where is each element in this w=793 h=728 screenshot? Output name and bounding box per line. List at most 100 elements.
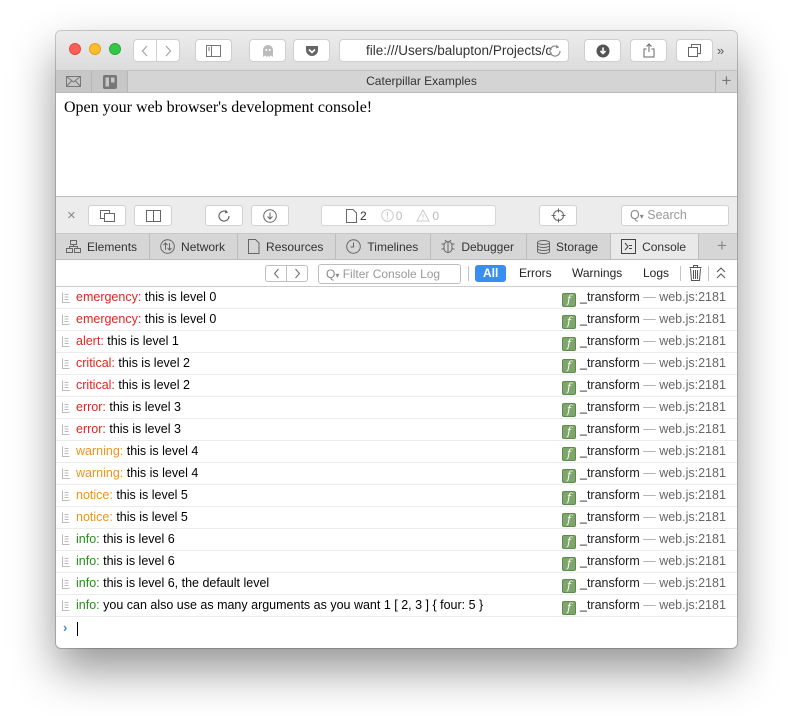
console-log-entry[interactable]: notice: this is level 5 f _transform — web… (56, 485, 737, 507)
tab-resources[interactable]: Resources (238, 234, 337, 259)
downloads-button[interactable] (584, 39, 621, 62)
tab-debugger[interactable]: Debugger (431, 234, 528, 259)
filter-console-input[interactable]: Q▾ Filter Console Log (318, 264, 461, 284)
tab-console[interactable]: Console (611, 234, 700, 259)
log-source[interactable]: f _transform — web.js:2181 (562, 397, 726, 418)
tab-network[interactable]: Network (150, 234, 239, 259)
console-log-entry[interactable]: info: this is level 6, the default level… (56, 573, 737, 595)
tab-timelines[interactable]: Timelines (336, 234, 432, 259)
tab-elements[interactable]: Elements (56, 234, 151, 259)
search-icon: Q▾ (326, 267, 340, 281)
source-file-link[interactable]: web.js:2181 (659, 422, 726, 436)
source-separator: — (639, 444, 660, 458)
console-log-entry[interactable]: info: this is level 6 f _transform — web.j… (56, 551, 737, 573)
console-log-entry[interactable]: error: this is level 3 f _transform — web.… (56, 419, 737, 441)
close-window-button[interactable] (69, 43, 81, 55)
share-button[interactable] (630, 39, 667, 62)
console-prompt[interactable]: › (56, 617, 737, 641)
log-source[interactable]: f _transform — web.js:2181 (562, 309, 726, 330)
collapse-console-button[interactable] (716, 267, 726, 282)
source-file-link[interactable]: web.js:2181 (659, 290, 726, 304)
source-separator: — (639, 598, 660, 612)
log-message: info: this is level 6, the default level (76, 573, 269, 594)
source-file-link[interactable]: web.js:2181 (659, 356, 726, 370)
filter-warnings-button[interactable]: Warnings (572, 265, 622, 282)
console-log-entry[interactable]: info: this is level 6 f _transform — web.j… (56, 529, 737, 551)
sidebar-button[interactable] (195, 39, 232, 62)
source-file-link[interactable]: web.js:2181 (659, 554, 726, 568)
source-file-link[interactable]: web.js:2181 (659, 466, 726, 480)
next-log-button[interactable] (287, 266, 307, 281)
log-source[interactable]: f _transform — web.js:2181 (562, 463, 726, 484)
source-file-link[interactable]: web.js:2181 (659, 532, 726, 546)
filter-errors-button[interactable]: Errors (519, 265, 552, 282)
source-function: _transform (580, 422, 640, 436)
log-source[interactable]: f _transform — web.js:2181 (562, 595, 726, 616)
log-source[interactable]: f _transform — web.js:2181 (562, 419, 726, 440)
filter-logs-button[interactable]: Logs (643, 265, 669, 282)
dock-side-button[interactable] (134, 205, 172, 226)
source-file-link[interactable]: web.js:2181 (659, 510, 726, 524)
log-source[interactable]: f _transform — web.js:2181 (562, 573, 726, 594)
favorite-trello[interactable] (92, 71, 128, 92)
download-archive-button[interactable] (251, 205, 289, 226)
debugger-icon (441, 239, 455, 253)
zoom-window-button[interactable] (109, 43, 121, 55)
tab-title[interactable]: Caterpillar Examples (128, 71, 715, 92)
log-source[interactable]: f _transform — web.js:2181 (562, 551, 726, 572)
previous-log-button[interactable] (266, 266, 287, 281)
log-source[interactable]: f _transform — web.js:2181 (562, 353, 726, 374)
minimize-window-button[interactable] (89, 43, 101, 55)
browser-window: file:///Users/balupton/Projects/c » Cate… (56, 31, 737, 648)
devtools-search-input[interactable]: Q▾ Search (621, 205, 729, 226)
inspect-element-button[interactable] (539, 205, 577, 226)
source-file-link[interactable]: web.js:2181 (659, 334, 726, 348)
console-log-entry[interactable]: warning: this is level 4 f _transform — we… (56, 441, 737, 463)
log-source[interactable]: f _transform — web.js:2181 (562, 331, 726, 352)
source-file-link[interactable]: web.js:2181 (659, 378, 726, 392)
close-devtools-button[interactable]: × (67, 207, 76, 224)
log-source[interactable]: f _transform — web.js:2181 (562, 507, 726, 528)
log-source[interactable]: f _transform — web.js:2181 (562, 375, 726, 396)
source-file-link[interactable]: web.js:2181 (659, 444, 726, 458)
new-tab-button[interactable]: + (715, 71, 737, 92)
filter-all-button[interactable]: All (475, 265, 507, 282)
detach-devtools-button[interactable] (88, 205, 126, 226)
source-file-link[interactable]: web.js:2181 (659, 400, 726, 414)
log-source[interactable]: f _transform — web.js:2181 (562, 485, 726, 506)
log-message: emergency: this is level 0 (76, 287, 216, 308)
reload-icon[interactable] (548, 43, 562, 58)
source-file-link[interactable]: web.js:2181 (659, 576, 726, 590)
favorite-mail[interactable] (56, 71, 92, 92)
console-log-entry[interactable]: warning: this is level 4 f _transform — we… (56, 463, 737, 485)
add-tab-button[interactable]: + (707, 234, 737, 259)
tab-storage[interactable]: Storage (527, 234, 612, 259)
reload-page-button[interactable] (205, 205, 243, 226)
console-filter-bar: Q▾ Filter Console Log All Errors Warning… (56, 260, 737, 287)
source-file-link[interactable]: web.js:2181 (659, 598, 726, 612)
console-log-entry[interactable]: critical: this is level 2 f _transform — w… (56, 375, 737, 397)
log-source[interactable]: f _transform — web.js:2181 (562, 441, 726, 462)
console-log-entry[interactable]: critical: this is level 2 f _transform — w… (56, 353, 737, 375)
console-log-entry[interactable]: emergency: this is level 0 f _transform — … (56, 287, 737, 309)
clear-log-button[interactable] (689, 265, 702, 284)
log-source[interactable]: f _transform — web.js:2181 (562, 287, 726, 308)
log-level: info: (76, 576, 100, 590)
ghostery-extension-button[interactable] (249, 39, 286, 62)
more-toolbar-button[interactable]: » (717, 43, 724, 58)
console-log-entry[interactable]: emergency: this is level 0 f _transform — … (56, 309, 737, 331)
back-button[interactable] (133, 39, 157, 62)
address-bar[interactable]: file:///Users/balupton/Projects/c (339, 39, 569, 62)
tabs-overview-button[interactable] (676, 39, 713, 62)
log-source[interactable]: f _transform — web.js:2181 (562, 529, 726, 550)
dashboard-counts[interactable]: 2 0 0 (321, 205, 496, 226)
source-file-link[interactable]: web.js:2181 (659, 488, 726, 502)
source-file-link[interactable]: web.js:2181 (659, 312, 726, 326)
console-log-entry[interactable]: notice: this is level 5 f _transform — web… (56, 507, 737, 529)
console-log-entry[interactable]: error: this is level 3 f _transform — web.… (56, 397, 737, 419)
pocket-extension-button[interactable] (293, 39, 330, 62)
console-log-entry[interactable]: alert: this is level 1 f _transform — web.… (56, 331, 737, 353)
forward-button[interactable] (156, 39, 180, 62)
console-log-entry[interactable]: info: you can also use as many arguments… (56, 595, 737, 617)
trello-icon (102, 74, 117, 89)
